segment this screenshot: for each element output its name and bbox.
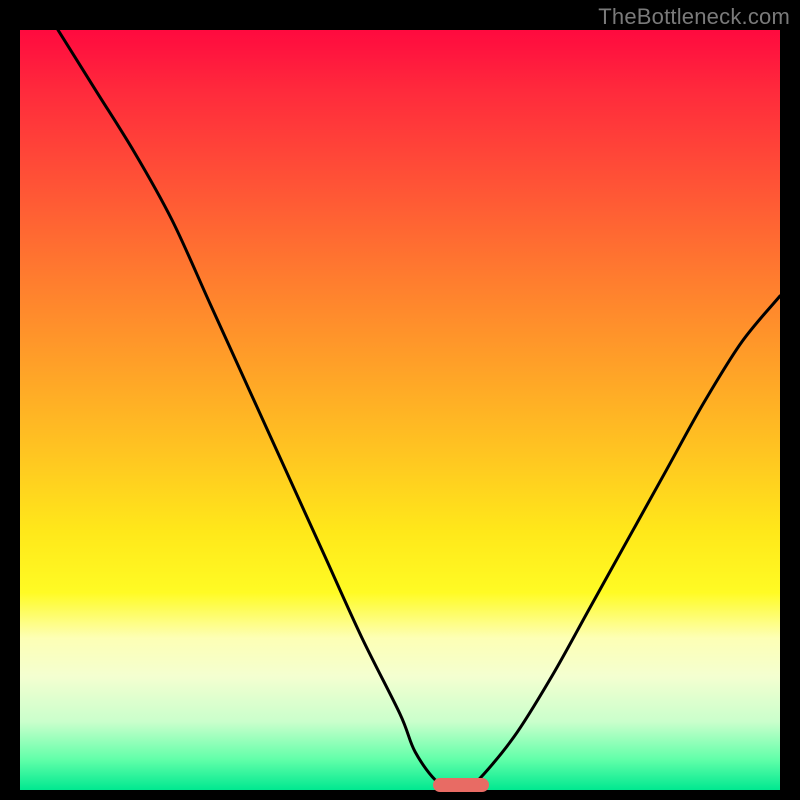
bottleneck-curve xyxy=(20,30,780,790)
watermark-text: TheBottleneck.com xyxy=(598,4,790,30)
optimal-point-marker xyxy=(433,778,489,792)
plot-area xyxy=(20,30,780,790)
chart-frame: TheBottleneck.com xyxy=(0,0,800,800)
